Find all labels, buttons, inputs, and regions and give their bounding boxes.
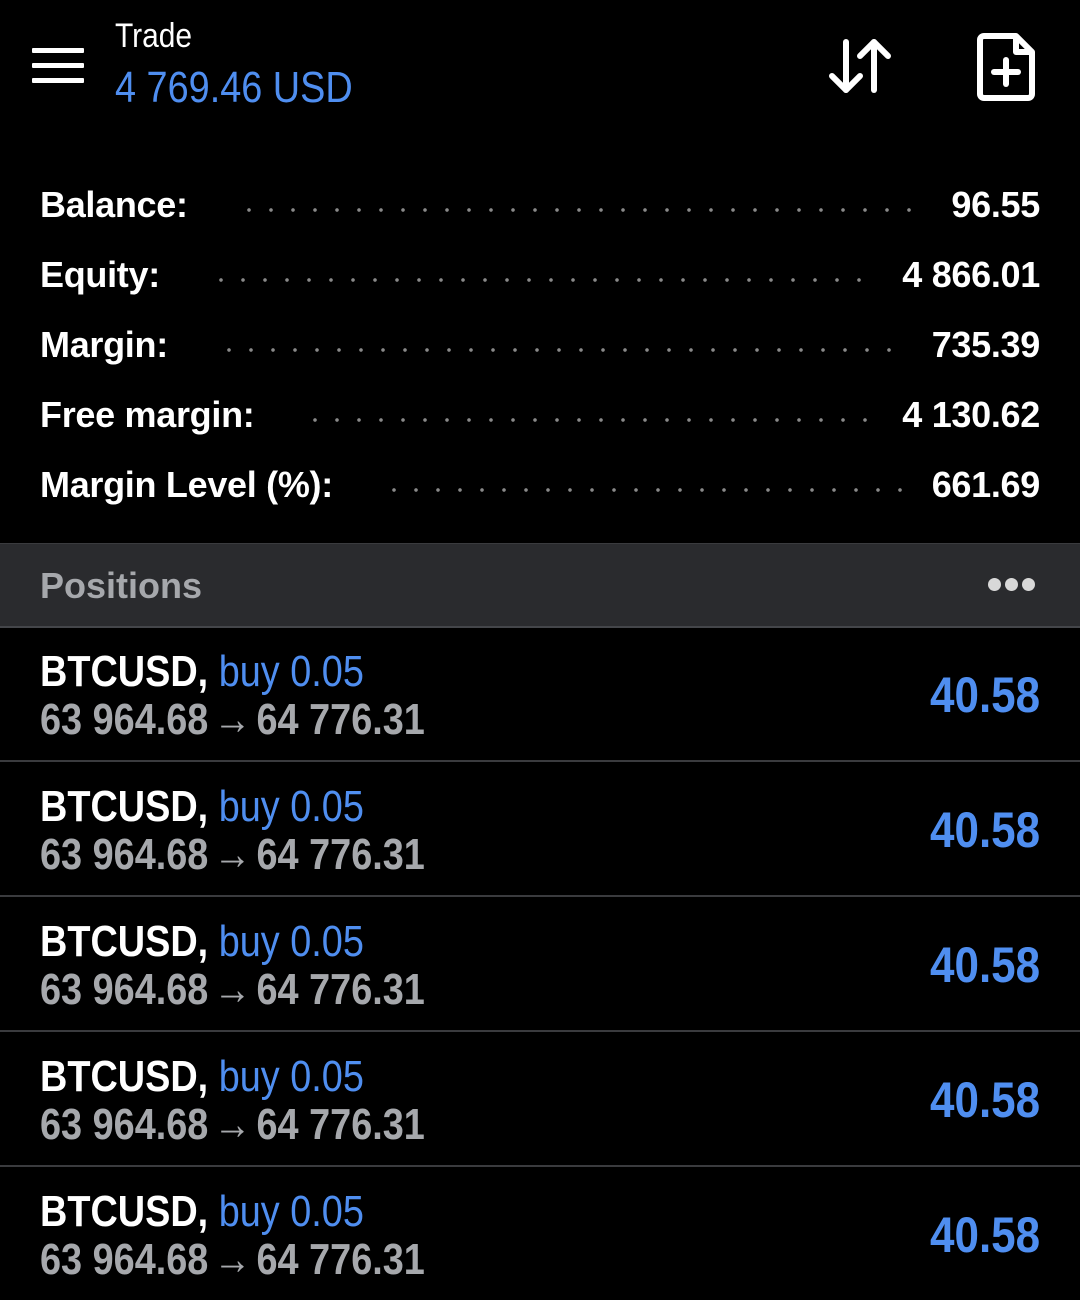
summary-label: Equity: bbox=[40, 254, 160, 295]
summary-row-margin: Margin: 735.39 bbox=[0, 310, 1080, 380]
position-separator: , bbox=[197, 1052, 209, 1101]
dot bbox=[1005, 578, 1018, 591]
menu-line bbox=[32, 48, 84, 53]
dotted-leader bbox=[217, 348, 902, 352]
position-symbol: BTCUSD bbox=[40, 1187, 198, 1236]
position-symbol: BTCUSD bbox=[40, 1052, 198, 1101]
position-type-volume: buy 0.05 bbox=[218, 782, 364, 831]
summary-label: Margin Level (%): bbox=[40, 464, 333, 505]
positions-section-header: Positions bbox=[0, 543, 1080, 628]
summary-label: Free margin: bbox=[40, 394, 255, 435]
account-profit-total: 4 769.46 USD bbox=[115, 63, 353, 112]
position-symbol: BTCUSD bbox=[40, 917, 198, 966]
position-separator: , bbox=[197, 647, 209, 696]
price-arrow-icon: → bbox=[213, 1235, 252, 1284]
summary-label: Balance: bbox=[40, 184, 188, 225]
position-open-price: 63 964.68 bbox=[40, 1235, 209, 1284]
position-row[interactable]: BTCUSD, buy 0.05 63 964.68 → 64 776.31 40.… bbox=[0, 762, 1080, 897]
file-plus-icon bbox=[977, 33, 1035, 101]
price-arrow-icon: → bbox=[213, 965, 252, 1014]
dotted-leader bbox=[237, 208, 922, 212]
position-open-price: 63 964.68 bbox=[40, 695, 209, 744]
position-type-volume: buy 0.05 bbox=[218, 917, 364, 966]
position-title-line: BTCUSD, buy 0.05 bbox=[40, 1187, 364, 1237]
position-symbol: BTCUSD bbox=[40, 647, 198, 696]
position-profit: 40.58 bbox=[929, 937, 1040, 993]
price-arrow-icon: → bbox=[213, 830, 252, 879]
title-block: Trade 4 769.46 USD bbox=[115, 16, 391, 114]
position-price-line: 63 964.68 → 64 776.31 bbox=[40, 830, 425, 880]
position-title-line: BTCUSD, buy 0.05 bbox=[40, 917, 364, 967]
position-price-line: 63 964.68 → 64 776.31 bbox=[40, 965, 425, 1015]
positions-title: Positions bbox=[40, 565, 203, 606]
summary-value: 661.69 bbox=[931, 464, 1041, 505]
dotted-leader bbox=[382, 488, 902, 492]
account-summary: Balance: 96.55 Equity: 4 866.01 Margin: … bbox=[0, 170, 1080, 520]
menu-line bbox=[32, 63, 84, 68]
summary-row-balance: Balance: 96.55 bbox=[0, 170, 1080, 240]
position-type-volume: buy 0.05 bbox=[218, 647, 364, 696]
position-title-line: BTCUSD, buy 0.05 bbox=[40, 782, 364, 832]
position-row[interactable]: BTCUSD, buy 0.05 63 964.68 → 64 776.31 40.… bbox=[0, 897, 1080, 1032]
position-symbol: BTCUSD bbox=[40, 782, 198, 831]
position-open-price: 63 964.68 bbox=[40, 965, 209, 1014]
position-price-line: 63 964.68 → 64 776.31 bbox=[40, 695, 425, 745]
position-current-price: 64 776.31 bbox=[256, 1235, 425, 1284]
dot bbox=[1022, 578, 1035, 591]
position-current-price: 64 776.31 bbox=[256, 695, 425, 744]
sort-button[interactable] bbox=[826, 34, 896, 98]
position-current-price: 64 776.31 bbox=[256, 965, 425, 1014]
position-price-line: 63 964.68 → 64 776.31 bbox=[40, 1235, 425, 1285]
summary-value: 96.55 bbox=[951, 184, 1040, 225]
position-title-line: BTCUSD, buy 0.05 bbox=[40, 1052, 364, 1102]
dotted-leader bbox=[209, 278, 873, 282]
sort-arrows-icon bbox=[829, 39, 891, 93]
summary-row-margin-level: Margin Level (%): 661.69 bbox=[0, 450, 1080, 520]
summary-value: 4 130.62 bbox=[902, 394, 1040, 435]
page-title: Trade bbox=[115, 17, 193, 55]
menu-line bbox=[32, 78, 84, 83]
position-profit: 40.58 bbox=[929, 1207, 1040, 1263]
position-price-line: 63 964.68 → 64 776.31 bbox=[40, 1100, 425, 1150]
dotted-leader bbox=[304, 418, 873, 422]
position-separator: , bbox=[197, 1187, 209, 1236]
position-type-volume: buy 0.05 bbox=[218, 1052, 364, 1101]
position-separator: , bbox=[197, 782, 209, 831]
position-open-price: 63 964.68 bbox=[40, 830, 209, 879]
position-type-volume: buy 0.05 bbox=[218, 1187, 364, 1236]
top-app-bar: Trade 4 769.46 USD bbox=[0, 0, 1080, 150]
more-options-icon[interactable] bbox=[988, 578, 1036, 592]
position-title-line: BTCUSD, buy 0.05 bbox=[40, 647, 364, 697]
position-profit: 40.58 bbox=[929, 1072, 1040, 1128]
positions-list: BTCUSD, buy 0.05 63 964.68 → 64 776.31 40.… bbox=[0, 627, 1080, 1300]
position-current-price: 64 776.31 bbox=[256, 1100, 425, 1149]
price-arrow-icon: → bbox=[213, 1100, 252, 1149]
summary-value: 735.39 bbox=[931, 324, 1041, 365]
summary-row-free-margin: Free margin: 4 130.62 bbox=[0, 380, 1080, 450]
new-order-button[interactable] bbox=[976, 32, 1038, 102]
dot bbox=[988, 578, 1001, 591]
summary-row-equity: Equity: 4 866.01 bbox=[0, 240, 1080, 310]
position-open-price: 63 964.68 bbox=[40, 1100, 209, 1149]
summary-value: 4 866.01 bbox=[902, 254, 1040, 295]
position-row[interactable]: BTCUSD, buy 0.05 63 964.68 → 64 776.31 40.… bbox=[0, 1167, 1080, 1300]
position-profit: 40.58 bbox=[929, 802, 1040, 858]
hamburger-menu-icon[interactable] bbox=[32, 48, 84, 84]
position-profit: 40.58 bbox=[929, 667, 1040, 723]
position-row[interactable]: BTCUSD, buy 0.05 63 964.68 → 64 776.31 40.… bbox=[0, 1032, 1080, 1167]
summary-label: Margin: bbox=[40, 324, 168, 365]
price-arrow-icon: → bbox=[213, 695, 252, 744]
position-row[interactable]: BTCUSD, buy 0.05 63 964.68 → 64 776.31 40.… bbox=[0, 627, 1080, 762]
position-separator: , bbox=[197, 917, 209, 966]
position-current-price: 64 776.31 bbox=[256, 830, 425, 879]
